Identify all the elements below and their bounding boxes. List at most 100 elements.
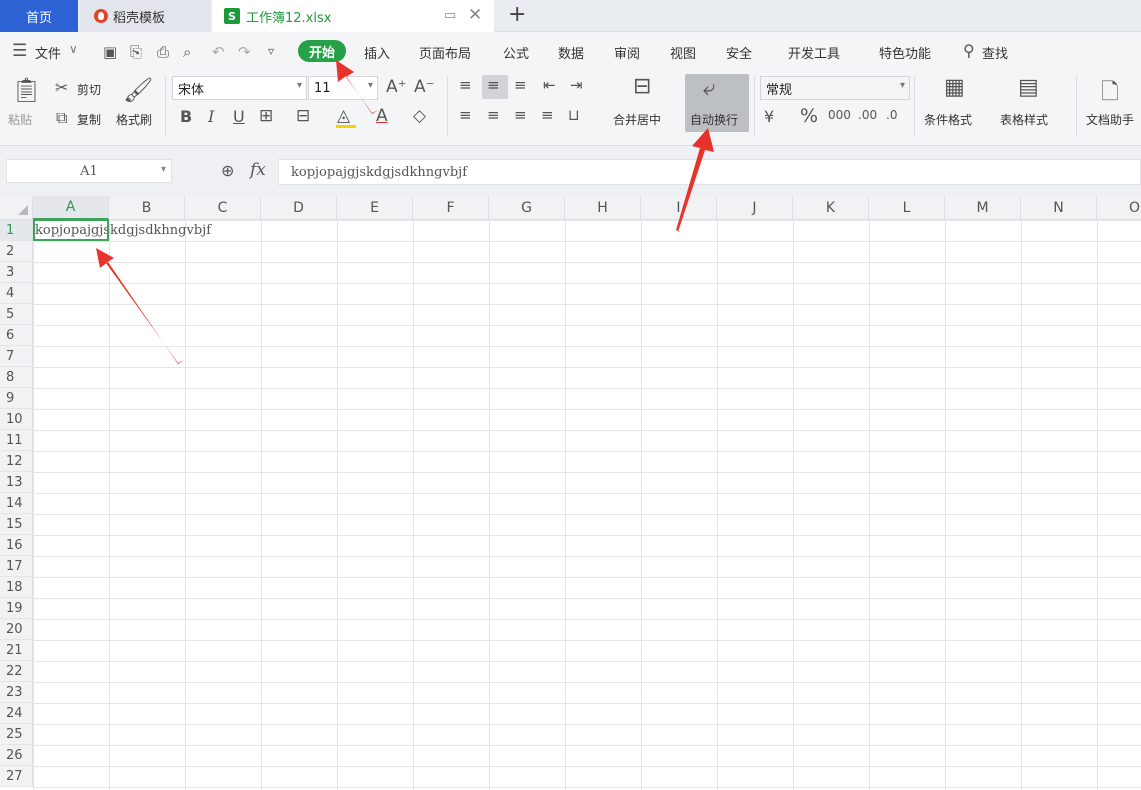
row-header-19[interactable]: 19 — [0, 598, 33, 619]
decrease-indent-icon[interactable]: ⇤ — [543, 76, 556, 94]
thousands-icon[interactable]: 000 — [828, 108, 851, 122]
copy-button[interactable]: 复制 — [77, 111, 101, 128]
menu-review[interactable]: 审阅 — [614, 43, 640, 62]
row-header-24[interactable]: 24 — [0, 703, 33, 724]
column-header-n[interactable]: N — [1021, 196, 1097, 220]
new-tab-plus-icon[interactable]: + — [508, 2, 526, 27]
column-header-j[interactable]: J — [717, 196, 793, 220]
row-header-16[interactable]: 16 — [0, 535, 33, 556]
font-name-select[interactable]: 宋体 ▾ — [172, 76, 307, 100]
row-header-2[interactable]: 2 — [0, 241, 33, 262]
table-style-button[interactable]: 表格样式 — [1000, 111, 1048, 128]
row-header-18[interactable]: 18 — [0, 577, 33, 598]
increase-indent-icon[interactable]: ⇥ — [570, 76, 583, 94]
print-preview-icon[interactable]: ⌕ — [183, 43, 191, 61]
align-bottom-icon[interactable]: ≡ — [514, 76, 527, 94]
column-header-d[interactable]: D — [261, 196, 337, 220]
border-icon[interactable]: ⊞ — [259, 106, 273, 126]
number-format-select[interactable]: 常规 ▾ — [760, 76, 910, 100]
export-pdf-icon[interactable]: ⎘ — [130, 43, 142, 61]
format-painter-button[interactable]: 格式刷 — [116, 111, 152, 128]
name-box[interactable]: A1 ▾ — [6, 159, 172, 183]
column-header-f[interactable]: F — [413, 196, 489, 220]
align-left-icon[interactable]: ≡ — [459, 106, 472, 124]
row-header-20[interactable]: 20 — [0, 619, 33, 640]
paste-button[interactable]: 粘贴 — [8, 111, 32, 128]
row-header-26[interactable]: 26 — [0, 745, 33, 766]
column-header-b[interactable]: B — [109, 196, 185, 220]
redo-icon[interactable]: ↷ — [238, 43, 251, 61]
document-assistant-button[interactable]: 文档助手 — [1086, 111, 1134, 128]
column-header-a[interactable]: A — [33, 196, 109, 220]
row-header-17[interactable]: 17 — [0, 556, 33, 577]
menu-page-layout[interactable]: 页面布局 — [419, 43, 471, 62]
conditional-format-button[interactable]: 条件格式 — [924, 111, 972, 128]
formula-input[interactable]: kopjopajgjskdgjsdkhngvbjf — [278, 159, 1141, 185]
align-right-icon[interactable]: ≡ — [514, 106, 527, 124]
row-header-13[interactable]: 13 — [0, 472, 33, 493]
cell-style-icon[interactable]: ⊟ — [296, 106, 310, 126]
row-header-12[interactable]: 12 — [0, 451, 33, 472]
cut-button[interactable]: 剪切 — [77, 81, 101, 98]
tab-workbook[interactable]: S 工作簿12.xlsx ▭ ✕ — [212, 0, 494, 32]
menu-data[interactable]: 数据 — [558, 43, 584, 62]
row-header-3[interactable]: 3 — [0, 262, 33, 283]
row-header-11[interactable]: 11 — [0, 430, 33, 451]
currency-icon[interactable]: ¥ — [764, 107, 774, 126]
row-header-15[interactable]: 15 — [0, 514, 33, 535]
customize-dropdown-icon[interactable]: ▿ — [268, 44, 274, 58]
row-header-7[interactable]: 7 — [0, 346, 33, 367]
pin-icon[interactable]: ▭ — [444, 8, 456, 23]
paste-icon[interactable]: 📋︎ — [11, 76, 41, 104]
align-top-icon[interactable]: ≡ — [459, 76, 472, 94]
merge-center-button[interactable]: 合并居中 — [613, 111, 661, 128]
underline-icon[interactable]: U — [233, 107, 245, 126]
spreadsheet-grid[interactable]: ABCDEFGHIJKLMNO 1 2 3 4 5 6 7 8 9 10 11 12 13 14 15 16 1… — [0, 196, 1141, 790]
column-header-e[interactable]: E — [337, 196, 413, 220]
chevron-down-icon[interactable]: ∨ — [69, 42, 78, 56]
column-header-l[interactable]: L — [869, 196, 945, 220]
percent-icon[interactable]: % — [800, 105, 818, 127]
column-header-g[interactable]: G — [489, 196, 565, 220]
fill-color-icon[interactable]: ◬ — [337, 106, 350, 126]
row-header-4[interactable]: 4 — [0, 283, 33, 304]
distributed-icon[interactable]: ⊔ — [568, 106, 580, 124]
hamburger-menu-icon[interactable]: ☰ — [12, 41, 27, 61]
eraser-icon[interactable]: ◇ — [413, 106, 426, 126]
active-cell-a1[interactable] — [33, 219, 109, 241]
undo-icon[interactable]: ↶ — [212, 43, 225, 61]
menu-special[interactable]: 特色功能 — [879, 43, 931, 62]
column-header-i[interactable]: I — [641, 196, 717, 220]
fx-icon[interactable]: fx — [250, 160, 266, 180]
menu-formula[interactable]: 公式 — [503, 43, 529, 62]
align-center-icon[interactable]: ≡ — [487, 106, 500, 124]
menu-security[interactable]: 安全 — [726, 43, 752, 62]
menu-insert[interactable]: 插入 — [364, 43, 390, 62]
row-header-9[interactable]: 9 — [0, 388, 33, 409]
decrease-decimal-icon[interactable]: .0 — [886, 108, 897, 122]
row-header-27[interactable]: 27 — [0, 766, 33, 787]
row-header-22[interactable]: 22 — [0, 661, 33, 682]
tab-daoke-templates[interactable]: 稻壳模板 — [80, 0, 210, 32]
tab-home[interactable]: 首页 — [0, 0, 78, 32]
column-header-o[interactable]: O — [1097, 196, 1141, 220]
font-color-icon[interactable]: A — [376, 106, 388, 126]
increase-decimal-icon[interactable]: .00 — [858, 108, 877, 122]
row-header-8[interactable]: 8 — [0, 367, 33, 388]
align-middle-icon[interactable]: ≡ — [487, 76, 500, 94]
menu-file[interactable]: 文件 — [35, 43, 61, 62]
row-header-6[interactable]: 6 — [0, 325, 33, 346]
font-size-select[interactable]: 11 ▾ — [308, 76, 378, 100]
row-header-25[interactable]: 25 — [0, 724, 33, 745]
column-header-h[interactable]: H — [565, 196, 641, 220]
row-header-10[interactable]: 10 — [0, 409, 33, 430]
column-header-m[interactable]: M — [945, 196, 1021, 220]
column-header-c[interactable]: C — [185, 196, 261, 220]
select-all-corner[interactable] — [0, 196, 33, 220]
search-icon[interactable]: ⚲ — [963, 41, 975, 60]
auto-wrap-button[interactable]: 自动换行 — [690, 111, 738, 128]
row-header-23[interactable]: 23 — [0, 682, 33, 703]
row-header-21[interactable]: 21 — [0, 640, 33, 661]
italic-icon[interactable]: I — [208, 107, 214, 126]
row-header-5[interactable]: 5 — [0, 304, 33, 325]
